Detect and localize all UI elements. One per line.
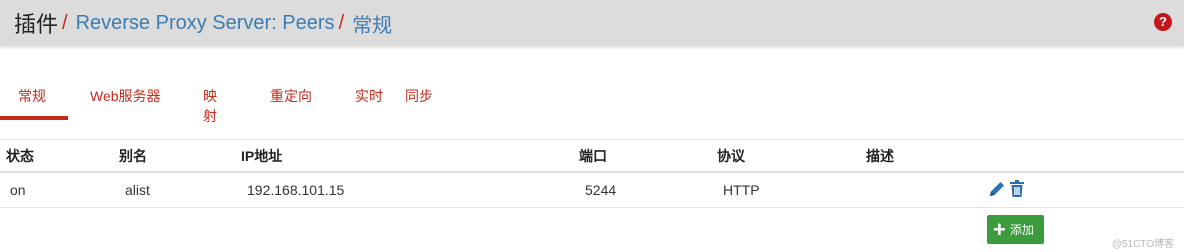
header-port[interactable]: 端口 xyxy=(579,140,607,171)
pencil-icon[interactable] xyxy=(987,179,1007,202)
help-icon[interactable]: ? xyxy=(1154,13,1172,31)
peers-table-panel: 状态 别名 IP地址 端口 协议 描述 on alist 192.168.101… xyxy=(0,139,1184,252)
table-header: 状态 别名 IP地址 端口 协议 描述 xyxy=(0,140,1184,173)
cell-protocol: HTTP xyxy=(723,182,760,198)
plus-icon: + xyxy=(993,216,1006,242)
cell-port: 5244 xyxy=(585,182,617,198)
trash-icon[interactable] xyxy=(1007,179,1027,202)
table-row[interactable]: on alist 192.168.101.15 5244 HTTP xyxy=(0,173,1184,208)
breadcrumb-section[interactable]: Reverse Proxy Server: Peers xyxy=(76,12,335,35)
header-alias[interactable]: 别名 xyxy=(119,140,147,171)
breadcrumb-root[interactable]: 插件 xyxy=(14,7,58,39)
cell-ip-address: 192.168.101.15 xyxy=(247,182,345,198)
tab-redirects[interactable]: 重定向 xyxy=(248,74,333,119)
tab-realtime[interactable]: 实时 xyxy=(333,74,405,119)
breadcrumb-current[interactable]: 常规 xyxy=(352,9,392,38)
add-button-label: 添加 xyxy=(1009,223,1034,237)
tab-general[interactable]: 常规 xyxy=(0,74,68,120)
page-header: 插件 / Reverse Proxy Server: Peers / 常规 ? xyxy=(0,0,1184,46)
tab-sync[interactable]: 同步 xyxy=(405,74,465,119)
header-protocol[interactable]: 协议 xyxy=(717,140,745,171)
cell-status: on xyxy=(10,182,26,198)
header-status[interactable]: 状态 xyxy=(6,140,34,171)
breadcrumb-separator: / xyxy=(338,11,345,34)
header-description[interactable]: 描述 xyxy=(866,140,894,171)
tab-web-servers[interactable]: Web服务器 xyxy=(68,74,193,119)
add-button[interactable]: + 添加 xyxy=(987,215,1044,244)
tab-mappings[interactable]: 映射 xyxy=(193,74,248,124)
cell-alias: alist xyxy=(125,182,150,198)
watermark: @51CTO博客 xyxy=(1111,239,1174,250)
tab-bar: 常规 Web服务器 映射 重定向 实时 同步 xyxy=(0,74,465,124)
header-ip-address[interactable]: IP地址 xyxy=(241,140,282,171)
breadcrumb-separator: / xyxy=(62,11,68,34)
